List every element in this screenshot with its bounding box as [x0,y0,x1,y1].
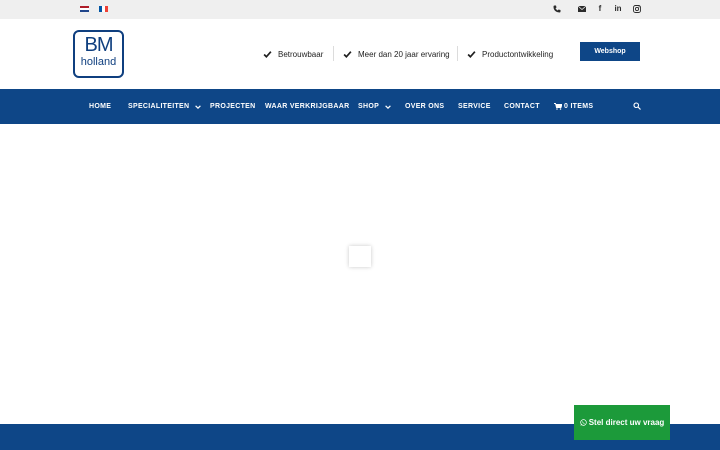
nav-item-shop[interactable]: SHOP [358,89,391,124]
usp-label: Meer dan 20 jaar ervaring [358,49,450,59]
check-icon [263,50,272,58]
facebook-icon[interactable]: f [594,3,606,15]
main-navigation: HOME SPECIALITEITEN PROJECTEN WAAR VERKR… [0,89,720,124]
envelope-icon[interactable] [576,3,588,15]
nav-cart[interactable]: 0 ITEMS [554,89,593,124]
flag-nl-icon[interactable] [80,6,89,12]
cart-icon [554,103,562,110]
chat-label: Stel direct uw vraag [588,418,665,427]
site-header: BM holland Betrouwbaar Meer dan 20 jaar … [0,19,720,89]
nav-item-service[interactable]: SERVICE [458,89,491,124]
nav-item-label: SPECIALITEITEN [128,103,190,110]
logo-line-bm: BM [84,34,114,56]
instagram-icon[interactable] [631,3,643,15]
top-utility-bar: f in [0,0,720,19]
flag-fr-icon[interactable] [99,6,108,12]
nav-item-projecten[interactable]: PROJECTEN [210,89,256,124]
nav-item-waar-verkrijgbaar[interactable]: WAAR VERKRIJGBAAR [265,89,349,124]
chevron-down-icon [385,104,391,109]
linkedin-icon[interactable]: in [612,3,624,15]
webshop-button[interactable]: Webshop [580,42,640,61]
usp-divider [457,46,458,61]
nav-item-specialiteiten[interactable]: SPECIALITEITEN [128,89,202,124]
usp-item: Productontwikkeling [467,47,553,61]
nav-item-label: CONTACT [504,103,540,110]
page-content [0,124,720,424]
whatsapp-icon [580,419,587,426]
loading-spinner [349,246,371,267]
search-icon[interactable] [631,100,643,112]
check-icon [343,50,352,58]
usp-item: Meer dan 20 jaar ervaring [343,47,450,61]
nav-item-label: SERVICE [458,103,491,110]
usp-divider [333,46,334,61]
nav-item-label: WAAR VERKRIJGBAAR [265,103,350,110]
nav-item-label: HOME [89,103,112,110]
logo-line-holland: holland [80,56,117,68]
nav-item-label: SHOP [358,103,380,110]
cart-label: 0 ITEMS [564,103,594,110]
check-icon [467,50,476,58]
whatsapp-chat-button[interactable]: Stel direct uw vraag [574,405,670,440]
usp-label: Betrouwbaar [278,49,324,59]
usp-item: Betrouwbaar [263,47,323,61]
nav-item-home[interactable]: HOME [89,89,111,124]
bm-holland-logo[interactable]: BM holland [73,30,124,78]
nav-item-over-ons[interactable]: OVER ONS [405,89,444,124]
nav-item-contact[interactable]: CONTACT [504,89,540,124]
nav-item-label: PROJECTEN [210,103,256,110]
usp-label: Productontwikkeling [482,49,554,59]
nav-item-label: OVER ONS [405,103,445,110]
phone-icon[interactable] [551,3,563,15]
chevron-down-icon [195,104,202,109]
